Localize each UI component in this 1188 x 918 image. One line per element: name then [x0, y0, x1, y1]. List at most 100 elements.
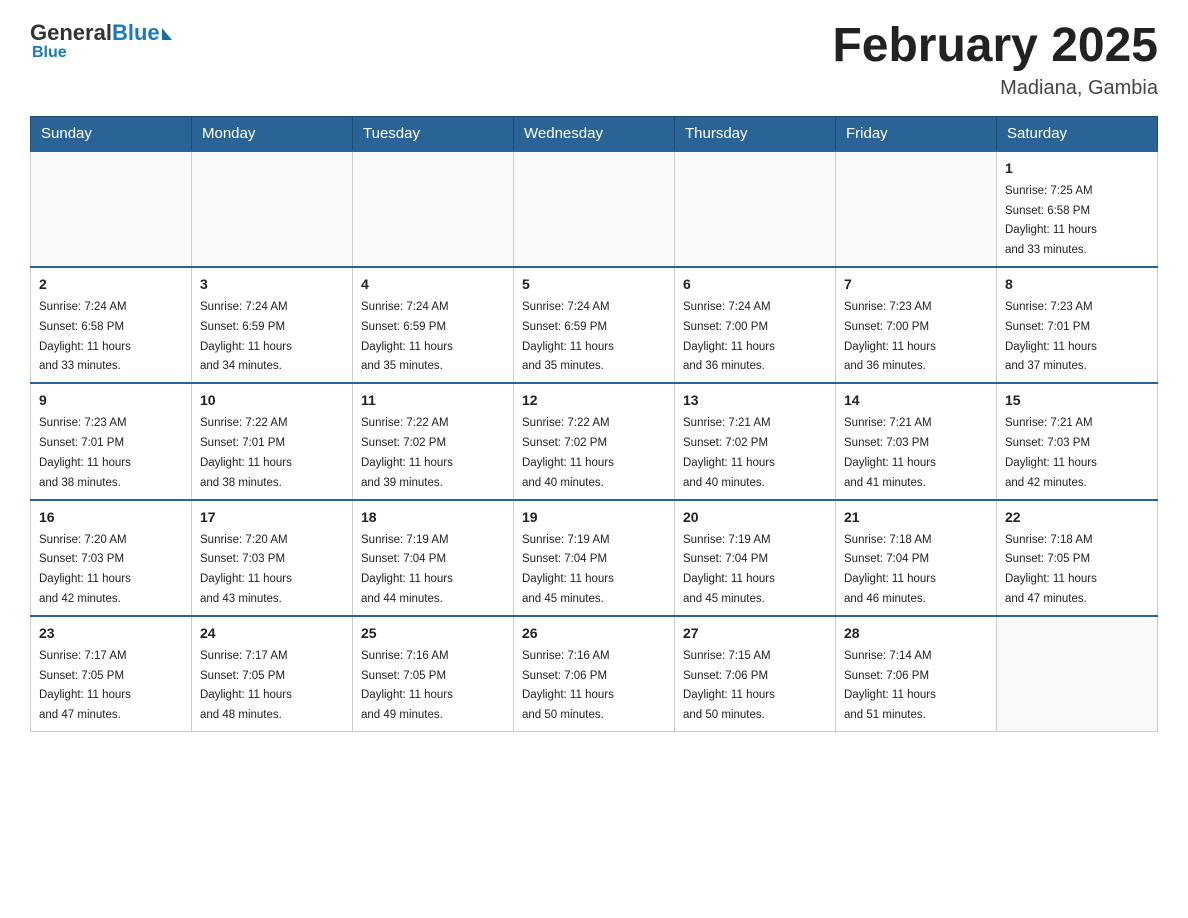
day-number: 5	[522, 274, 666, 295]
calendar-cell: 19 Sunrise: 7:19 AMSunset: 7:04 PMDayligh…	[514, 500, 675, 616]
calendar-table: SundayMondayTuesdayWednesdayThursdayFrid…	[30, 116, 1158, 732]
day-number: 9	[39, 390, 183, 411]
calendar-cell: 15 Sunrise: 7:21 AMSunset: 7:03 PMDayligh…	[997, 383, 1158, 499]
calendar-week-1: 1 Sunrise: 7:25 AMSunset: 6:58 PMDaylight…	[31, 151, 1158, 267]
logo-subtitle: Blue	[32, 44, 67, 62]
calendar-cell	[997, 616, 1158, 732]
day-number: 24	[200, 623, 344, 644]
day-info: Sunrise: 7:17 AMSunset: 7:05 PMDaylight:…	[200, 650, 292, 721]
day-info: Sunrise: 7:18 AMSunset: 7:04 PMDaylight:…	[844, 534, 936, 605]
calendar-cell: 5 Sunrise: 7:24 AMSunset: 6:59 PMDaylight…	[514, 267, 675, 383]
day-info: Sunrise: 7:21 AMSunset: 7:03 PMDaylight:…	[1005, 417, 1097, 488]
logo: General Blue Blue	[30, 20, 172, 62]
calendar-cell: 27 Sunrise: 7:15 AMSunset: 7:06 PMDayligh…	[675, 616, 836, 732]
day-info: Sunrise: 7:17 AMSunset: 7:05 PMDaylight:…	[39, 650, 131, 721]
day-number: 16	[39, 507, 183, 528]
day-number: 14	[844, 390, 988, 411]
day-info: Sunrise: 7:22 AMSunset: 7:02 PMDaylight:…	[361, 417, 453, 488]
day-info: Sunrise: 7:25 AMSunset: 6:58 PMDaylight:…	[1005, 185, 1097, 256]
calendar-cell: 3Sunrise: 7:24 AMSunset: 6:59 PMDaylight…	[192, 267, 353, 383]
day-info: Sunrise: 7:23 AMSunset: 7:01 PMDaylight:…	[1005, 301, 1097, 372]
calendar-cell: 28 Sunrise: 7:14 AMSunset: 7:06 PMDayligh…	[836, 616, 997, 732]
calendar-cell: 2 Sunrise: 7:24 AMSunset: 6:58 PMDaylight…	[31, 267, 192, 383]
calendar-cell: 11 Sunrise: 7:22 AMSunset: 7:02 PMDayligh…	[353, 383, 514, 499]
calendar-week-4: 16 Sunrise: 7:20 AMSunset: 7:03 PMDayligh…	[31, 500, 1158, 616]
day-info: Sunrise: 7:23 AMSunset: 7:00 PMDaylight:…	[844, 301, 936, 372]
day-number: 22	[1005, 507, 1149, 528]
location-label: Madiana, Gambia	[832, 77, 1158, 100]
day-info: Sunrise: 7:24 AMSunset: 6:59 PMDaylight:…	[361, 301, 453, 372]
day-info: Sunrise: 7:19 AMSunset: 7:04 PMDaylight:…	[522, 534, 614, 605]
day-info: Sunrise: 7:15 AMSunset: 7:06 PMDaylight:…	[683, 650, 775, 721]
day-number: 28	[844, 623, 988, 644]
day-number: 15	[1005, 390, 1149, 411]
day-number: 27	[683, 623, 827, 644]
day-info: Sunrise: 7:19 AMSunset: 7:04 PMDaylight:…	[683, 534, 775, 605]
day-number: 25	[361, 623, 505, 644]
day-number: 17	[200, 507, 344, 528]
title-block: February 2025 Madiana, Gambia	[832, 20, 1158, 100]
calendar-cell: 10Sunrise: 7:22 AMSunset: 7:01 PMDayligh…	[192, 383, 353, 499]
day-info: Sunrise: 7:24 AMSunset: 6:59 PMDaylight:…	[522, 301, 614, 372]
day-number: 6	[683, 274, 827, 295]
month-title: February 2025	[832, 20, 1158, 73]
day-number: 20	[683, 507, 827, 528]
calendar-cell: 20 Sunrise: 7:19 AMSunset: 7:04 PMDayligh…	[675, 500, 836, 616]
calendar-cell	[514, 151, 675, 267]
calendar-cell: 18 Sunrise: 7:19 AMSunset: 7:04 PMDayligh…	[353, 500, 514, 616]
day-number: 18	[361, 507, 505, 528]
page-header: General Blue Blue February 2025 Madiana,…	[30, 20, 1158, 100]
day-number: 10	[200, 390, 344, 411]
day-number: 21	[844, 507, 988, 528]
day-number: 26	[522, 623, 666, 644]
header-row: SundayMondayTuesdayWednesdayThursdayFrid…	[31, 116, 1158, 151]
day-header-wednesday: Wednesday	[514, 116, 675, 151]
day-number: 1	[1005, 158, 1149, 179]
calendar-week-5: 23Sunrise: 7:17 AMSunset: 7:05 PMDayligh…	[31, 616, 1158, 732]
day-number: 11	[361, 390, 505, 411]
day-info: Sunrise: 7:21 AMSunset: 7:02 PMDaylight:…	[683, 417, 775, 488]
day-info: Sunrise: 7:24 AMSunset: 6:59 PMDaylight:…	[200, 301, 292, 372]
day-number: 13	[683, 390, 827, 411]
day-number: 8	[1005, 274, 1149, 295]
calendar-cell	[31, 151, 192, 267]
day-info: Sunrise: 7:19 AMSunset: 7:04 PMDaylight:…	[361, 534, 453, 605]
calendar-cell: 23Sunrise: 7:17 AMSunset: 7:05 PMDayligh…	[31, 616, 192, 732]
day-header-tuesday: Tuesday	[353, 116, 514, 151]
day-info: Sunrise: 7:20 AMSunset: 7:03 PMDaylight:…	[39, 534, 131, 605]
calendar-cell: 22 Sunrise: 7:18 AMSunset: 7:05 PMDayligh…	[997, 500, 1158, 616]
day-header-sunday: Sunday	[31, 116, 192, 151]
day-number: 4	[361, 274, 505, 295]
calendar-cell: 14 Sunrise: 7:21 AMSunset: 7:03 PMDayligh…	[836, 383, 997, 499]
day-number: 12	[522, 390, 666, 411]
calendar-week-2: 2 Sunrise: 7:24 AMSunset: 6:58 PMDaylight…	[31, 267, 1158, 383]
day-info: Sunrise: 7:21 AMSunset: 7:03 PMDaylight:…	[844, 417, 936, 488]
day-number: 2	[39, 274, 183, 295]
calendar-cell	[192, 151, 353, 267]
calendar-cell: 1 Sunrise: 7:25 AMSunset: 6:58 PMDaylight…	[997, 151, 1158, 267]
calendar-cell: 13 Sunrise: 7:21 AMSunset: 7:02 PMDayligh…	[675, 383, 836, 499]
calendar-cell: 21 Sunrise: 7:18 AMSunset: 7:04 PMDayligh…	[836, 500, 997, 616]
calendar-cell: 17Sunrise: 7:20 AMSunset: 7:03 PMDayligh…	[192, 500, 353, 616]
day-info: Sunrise: 7:24 AMSunset: 7:00 PMDaylight:…	[683, 301, 775, 372]
day-header-saturday: Saturday	[997, 116, 1158, 151]
logo-general: General	[30, 20, 112, 46]
day-info: Sunrise: 7:18 AMSunset: 7:05 PMDaylight:…	[1005, 534, 1097, 605]
calendar-cell: 25 Sunrise: 7:16 AMSunset: 7:05 PMDayligh…	[353, 616, 514, 732]
calendar-week-3: 9Sunrise: 7:23 AMSunset: 7:01 PMDaylight…	[31, 383, 1158, 499]
day-header-friday: Friday	[836, 116, 997, 151]
day-info: Sunrise: 7:14 AMSunset: 7:06 PMDaylight:…	[844, 650, 936, 721]
calendar-cell: 12Sunrise: 7:22 AMSunset: 7:02 PMDayligh…	[514, 383, 675, 499]
day-number: 19	[522, 507, 666, 528]
logo-text: General Blue	[30, 20, 172, 46]
day-info: Sunrise: 7:16 AMSunset: 7:06 PMDaylight:…	[522, 650, 614, 721]
calendar-cell: 8 Sunrise: 7:23 AMSunset: 7:01 PMDaylight…	[997, 267, 1158, 383]
calendar-header: SundayMondayTuesdayWednesdayThursdayFrid…	[31, 116, 1158, 151]
calendar-cell: 26 Sunrise: 7:16 AMSunset: 7:06 PMDayligh…	[514, 616, 675, 732]
calendar-cell: 7Sunrise: 7:23 AMSunset: 7:00 PMDaylight…	[836, 267, 997, 383]
day-info: Sunrise: 7:24 AMSunset: 6:58 PMDaylight:…	[39, 301, 131, 372]
day-header-thursday: Thursday	[675, 116, 836, 151]
calendar-cell: 9Sunrise: 7:23 AMSunset: 7:01 PMDaylight…	[31, 383, 192, 499]
calendar-cell: 6 Sunrise: 7:24 AMSunset: 7:00 PMDaylight…	[675, 267, 836, 383]
day-info: Sunrise: 7:16 AMSunset: 7:05 PMDaylight:…	[361, 650, 453, 721]
